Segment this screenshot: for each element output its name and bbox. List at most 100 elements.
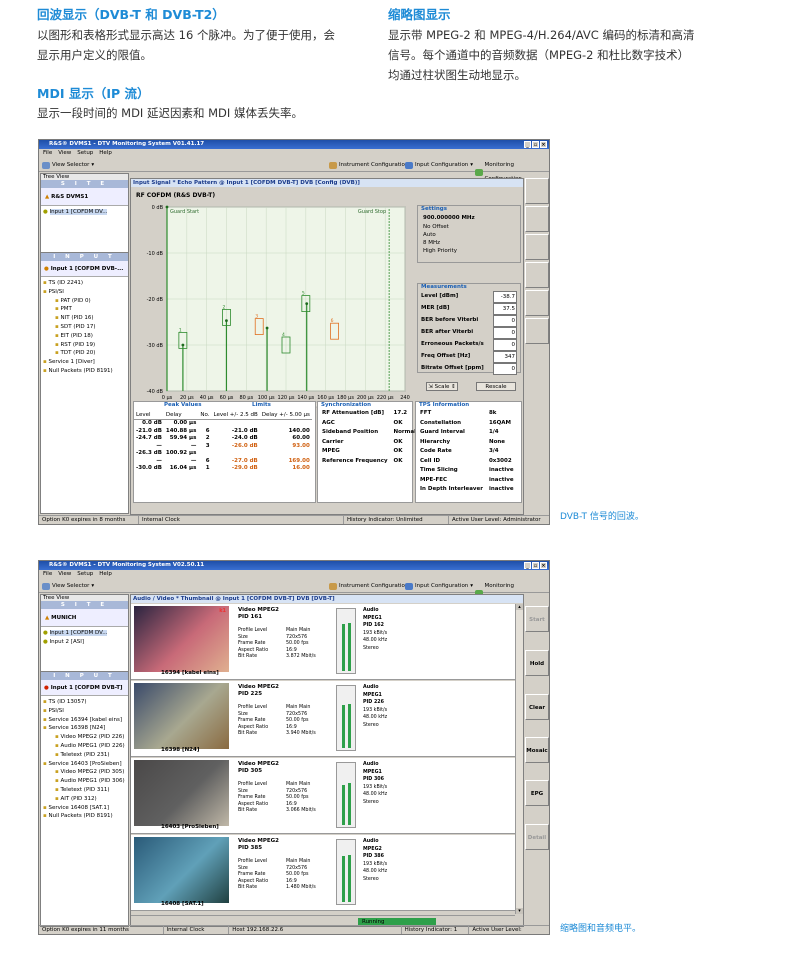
view-selector-button[interactable]: View Selector ▾	[42, 158, 94, 172]
service-scrollbar[interactable]: ▴ ▾	[515, 604, 523, 914]
side-button-5[interactable]	[525, 290, 549, 316]
tree-item[interactable]: ▪ PSI/SI	[43, 707, 126, 716]
side-button-epg[interactable]: EPG	[525, 780, 549, 806]
status-clock: Internal Clock	[164, 926, 230, 934]
input-icon: ●	[44, 266, 49, 272]
tree-item[interactable]: ▪ PAT (PID 0)	[43, 297, 126, 306]
video-parameter-label: Bit Rate	[238, 808, 258, 813]
audio-level-bar	[342, 785, 345, 825]
menu-help[interactable]: Help	[99, 570, 112, 579]
tree-item[interactable]: ▪ TDT (PID 20)	[43, 349, 126, 358]
measurement-row: Level [dBm] -38.7	[421, 291, 517, 303]
minimize-button[interactable]: _	[524, 141, 531, 148]
tree-item[interactable]: ▪ Service 16394 [kabel eins]	[43, 716, 126, 725]
tree-item[interactable]: ▪ Video MPEG2 (PID 226)	[43, 733, 126, 742]
tree-item[interactable]: ▪ Audio MPEG1 (PID 226)	[43, 742, 126, 751]
tree-item[interactable]: ▪ PSI/SI	[43, 288, 126, 297]
side-button-4[interactable]	[525, 262, 549, 288]
view-selector-button[interactable]: View Selector ▾	[42, 579, 94, 593]
tree-item[interactable]: ▪ TS (ID 2241)	[43, 279, 126, 288]
service-row[interactable]: 16408 [SAT.1] Video MPEG2 PID 385 Profile L…	[131, 835, 515, 911]
maximize-button[interactable]: ▫	[532, 141, 539, 148]
tree-item[interactable]: ▪ Video MPEG2 (PID 305)	[43, 768, 126, 777]
tree-item[interactable]: ▪ NIT (PID 16)	[43, 314, 126, 323]
tree-item[interactable]: ▪ SDT (PID 17)	[43, 323, 126, 332]
tree-item[interactable]: ▪ Null Packets (PID 8191)	[43, 812, 126, 821]
info-value: 0x3002	[488, 457, 512, 464]
measurement-value: 347	[493, 351, 517, 363]
tree-item[interactable]: ▪ Service 16403 [ProSieben]	[43, 760, 126, 769]
peak-row[interactable]: — — 6 -27.0 dB 169.00	[134, 458, 312, 466]
info-label: Code Rate	[420, 448, 452, 454]
info-label: Guard Interval	[420, 429, 465, 435]
input-name[interactable]: ● Input 1 [COFDM DVB-T]	[41, 680, 128, 696]
input-configuration-button[interactable]: Input Configuration ▾	[405, 158, 473, 172]
video-thumbnail[interactable]	[134, 760, 229, 826]
scroll-up-icon[interactable]: ▴	[516, 604, 523, 610]
peak-row[interactable]: -26.3 dB 100.92 µs	[134, 450, 312, 458]
menu-setup[interactable]: Setup	[77, 570, 93, 579]
tree-item[interactable]: ▪ TS (ID 13057)	[43, 698, 126, 707]
video-thumbnail[interactable]	[134, 683, 229, 749]
side-button-clear[interactable]: Clear	[525, 694, 549, 720]
site-input-item[interactable]: ● Input 2 [ASI]	[43, 638, 126, 647]
site-input-item[interactable]: ● Input 1 [COFDM DV...	[43, 208, 126, 217]
tree-item[interactable]: ▪ Service 16408 [SAT.1]	[43, 804, 126, 813]
close-button[interactable]: ×	[540, 141, 547, 148]
video-thumbnail[interactable]: k1	[134, 606, 229, 672]
side-button-1[interactable]	[525, 178, 549, 204]
tree-item[interactable]: ▪ RST (PID 19)	[43, 341, 126, 350]
menu-file[interactable]: File	[43, 570, 52, 579]
menu-setup[interactable]: Setup	[77, 149, 93, 158]
measurement-value: 0	[493, 339, 517, 351]
service-row[interactable]: 16398 [N24] Video MPEG2 PID 225 Profile Lev…	[131, 681, 515, 757]
minimize-button[interactable]: _	[524, 562, 531, 569]
menu-help[interactable]: Help	[99, 149, 112, 158]
tree-item[interactable]: ▪ Teletext (PID 231)	[43, 751, 126, 760]
peak-row[interactable]: — — 3 -26.0 dB 93.00	[134, 443, 312, 451]
site-input-item[interactable]: ● Input 1 [COFDM DV...	[43, 629, 126, 638]
maximize-button[interactable]: ▫	[532, 562, 539, 569]
side-button-start[interactable]: Start	[525, 606, 549, 632]
side-button-6[interactable]	[525, 318, 549, 344]
site-name[interactable]: ▲ MUNICH	[41, 609, 128, 627]
settings-line: High Priority	[423, 248, 457, 254]
side-button-2[interactable]	[525, 206, 549, 232]
audio-parameter: Stereo	[363, 645, 379, 651]
instrument-configuration-button[interactable]: Instrument Configuration	[329, 158, 408, 172]
menu-view[interactable]: View	[58, 570, 71, 579]
side-button-detail[interactable]: Detail	[525, 824, 549, 850]
rescale-button[interactable]: Rescale	[476, 382, 516, 391]
side-button-hold[interactable]: Hold	[525, 650, 549, 676]
tree-item[interactable]: ▪ Service 16398 [N24]	[43, 724, 126, 733]
video-thumbnail[interactable]	[134, 837, 229, 903]
audio-info: Audio MPEG1 PID 306 193 kBit/s 48.00 kHz Ster…	[363, 761, 387, 806]
peak-row[interactable]: 0.0 dB 0.00 µs	[134, 420, 312, 428]
service-row[interactable]: k1 16394 [kabel eins] Video MPEG2 PID 161 Pr…	[131, 604, 515, 680]
side-button-mosaic[interactable]: Mosaic	[525, 737, 549, 763]
tree-item[interactable]: ▪ Audio MPEG1 (PID 306)	[43, 777, 126, 786]
peak-row[interactable]: -30.0 dB 16.04 µs 1 -29.0 dB 16.00	[134, 465, 312, 473]
scroll-down-icon[interactable]: ▾	[516, 908, 523, 914]
side-button-3[interactable]	[525, 234, 549, 260]
input-name[interactable]: ● Input 1 [COFDM DVB-...	[41, 261, 128, 277]
peak-row[interactable]: -21.0 dB 140.88 µs 6 -21.0 dB 140.00	[134, 428, 312, 436]
close-button[interactable]: ×	[540, 562, 547, 569]
instrument-configuration-button[interactable]: Instrument Configuration	[329, 579, 408, 593]
tree-item[interactable]: ▪ Null Packets (PID 8191)	[43, 367, 126, 376]
tree-item[interactable]: ▪ Teletext (PID 311)	[43, 786, 126, 795]
audio-codec: MPEG1	[363, 769, 382, 775]
peak-cell: -27.0 dB	[231, 457, 258, 464]
tree-item[interactable]: ▪ Service 1 [Diver]	[43, 358, 126, 367]
tree-item[interactable]: ▪ AIT (PID 312)	[43, 795, 126, 804]
tree-item[interactable]: ▪ PMT	[43, 305, 126, 314]
site-name[interactable]: ▲ R&S DVMS1	[41, 188, 128, 206]
service-name: 16403 [ProSieben]	[161, 824, 219, 830]
scale-button[interactable]: ⇲ Scale ⇕	[426, 382, 458, 391]
service-row[interactable]: 16403 [ProSieben] Video MPEG2 PID 305 Profi…	[131, 758, 515, 834]
menu-view[interactable]: View	[58, 149, 71, 158]
input-configuration-button[interactable]: Input Configuration ▾	[405, 579, 473, 593]
tree-item[interactable]: ▪ EIT (PID 18)	[43, 332, 126, 341]
menu-file[interactable]: File	[43, 149, 52, 158]
peak-row[interactable]: -24.7 dB 59.94 µs 2 -24.0 dB 60.00	[134, 435, 312, 443]
